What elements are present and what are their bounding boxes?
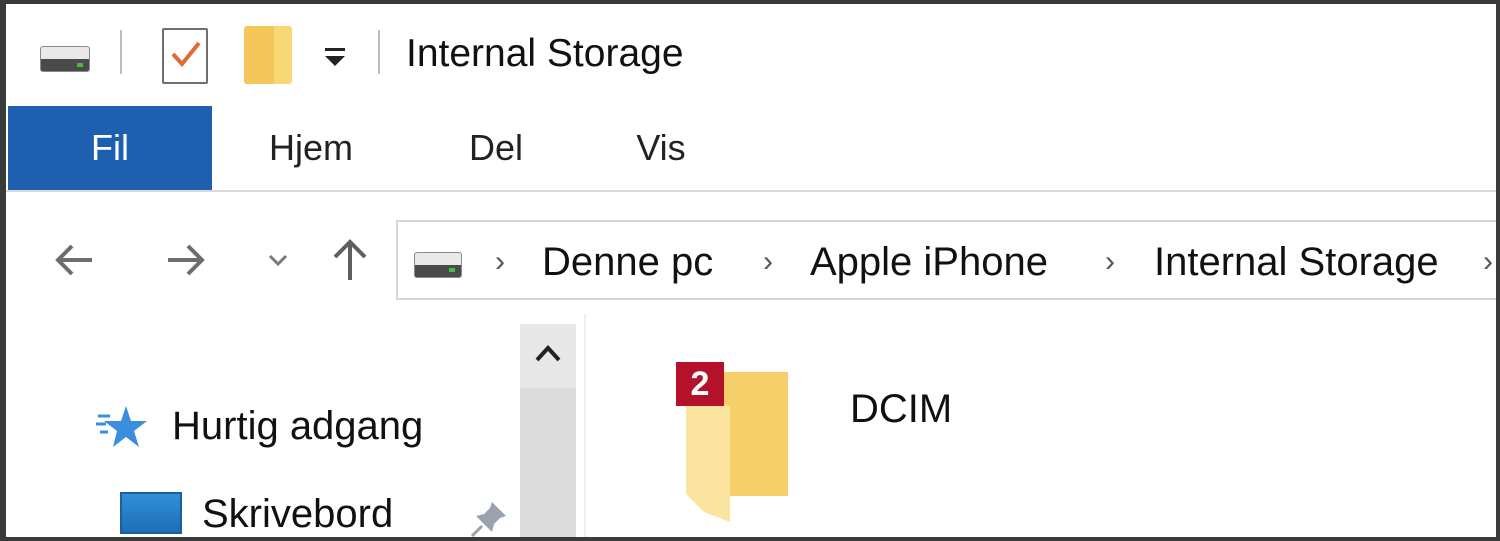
back-arrow-icon[interactable] [48,232,104,288]
pane-divider[interactable] [584,314,586,537]
up-arrow-icon[interactable] [322,232,378,288]
nav-item-label: Skrivebord [202,492,394,536]
nav-item-skrivebord[interactable]: Skrivebord [120,486,520,537]
drive-icon [414,252,462,278]
star-icon [96,404,148,450]
tab-fil[interactable]: Fil [8,106,212,190]
navigation-bar: › Denne pc › Apple iPhone › Internal Sto… [6,204,1496,314]
window-title: Internal Storage [406,32,684,75]
file-explorer-window: Internal Storage Fil Hjem Del Vis › Denn… [6,4,1496,537]
forward-arrow-icon[interactable] [158,232,214,288]
new-folder-icon[interactable] [244,26,292,84]
toolbar-separator [378,30,380,74]
drive-icon[interactable] [40,46,90,72]
folder-front [686,394,730,522]
customize-dropdown-icon[interactable] [322,44,348,70]
properties-icon[interactable] [162,28,208,84]
tab-del[interactable]: Del [436,106,556,190]
breadcrumb-internal-storage[interactable]: Internal Storage [1154,236,1439,288]
toolbar-separator [120,30,122,74]
tab-vis[interactable]: Vis [606,106,716,190]
breadcrumb-apple-iphone[interactable]: Apple iPhone [810,236,1048,288]
folder-name: DCIM [850,387,953,431]
nav-item-label: Hurtig adgang [172,404,424,448]
ribbon-tabs: Fil Hjem Del Vis [6,106,1496,192]
nav-item-hurtig-adgang[interactable]: Hurtig adgang [96,398,496,454]
scroll-up-button[interactable] [520,324,576,388]
pin-icon[interactable] [470,498,510,537]
chevron-right-icon[interactable]: › [1478,244,1496,280]
title-bar: Internal Storage [6,4,1496,104]
tab-hjem[interactable]: Hjem [236,106,386,190]
chevron-right-icon[interactable]: › [758,244,778,280]
chevron-right-icon[interactable]: › [490,244,510,280]
folder-item-dcim[interactable]: 2 DCIM [666,360,1006,530]
recent-locations-icon[interactable] [254,232,310,288]
breadcrumb-denne-pc[interactable]: Denne pc [542,236,713,288]
desktop-icon [120,492,182,534]
address-bar[interactable]: › Denne pc › Apple iPhone › Internal Sto… [396,220,1496,300]
step-badge: 2 [676,362,724,406]
chevron-right-icon[interactable]: › [1100,244,1120,280]
